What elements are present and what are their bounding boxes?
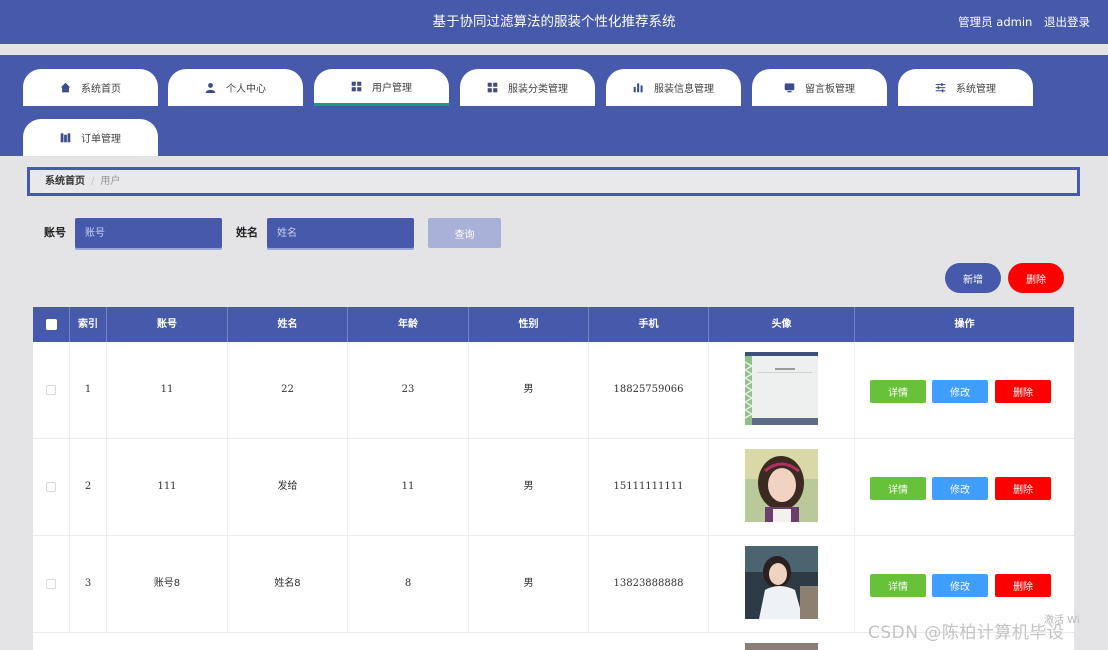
detail-button[interactable]: 详情 [870,380,926,403]
nav-bar: 系统首页 个人中心 用户管理 服装分类管理 服装信息管理 留言板管理 系统管理 … [0,55,1108,156]
detail-button[interactable]: 详情 [870,574,926,597]
tab-clothing-category[interactable]: 服装分类管理 [460,69,595,106]
cell-phone: 15111111111 [589,439,709,535]
person-icon [205,83,216,93]
header-select-cell [33,307,70,342]
name-search-input[interactable] [267,218,414,248]
account-search-input[interactable] [75,218,222,248]
breadcrumb-separator: / [91,176,95,187]
header-age: 年龄 [348,307,469,342]
cell-age: 23 [348,342,469,438]
tab-system-management[interactable]: 系统管理 [898,69,1033,106]
cell-phone: 18825759066 [589,342,709,438]
bar-chart-icon [633,83,643,93]
tab-home[interactable]: 系统首页 [23,69,158,106]
select-all-checkbox[interactable] [46,319,57,330]
table-row: 1 11 22 23 男 18825759066 详情 修改 删除 [33,342,1074,439]
avatar-image [745,643,818,650]
cell-index: 2 [70,439,107,535]
grid-icon [487,82,498,93]
header-phone: 手机 [589,307,709,342]
tab-personal-center[interactable]: 个人中心 [168,69,303,106]
tab-user-management[interactable]: 用户管理 [314,69,449,106]
cell-age: 8 [348,536,469,632]
tab-label: 服装分类管理 [508,84,568,95]
girl-photo-icon [745,449,818,522]
tab-label: 留言板管理 [805,84,855,95]
header-index: 索引 [70,307,107,342]
cell-name: 22 [228,342,348,438]
tab-label: 用户管理 [372,82,412,94]
tab-label: 订单管理 [81,134,121,145]
grid-icon [351,81,362,91]
cell-account: 账号8 [107,536,228,632]
cell-account: 111 [107,439,228,535]
tab-order-management[interactable]: 订单管理 [23,119,158,156]
header-name: 姓名 [228,307,348,342]
row-checkbox[interactable] [46,385,56,395]
cell-index: 1 [70,342,107,438]
select-cell [33,536,70,632]
select-cell [33,342,70,438]
cell-name: 姓名8 [228,536,348,632]
tab-message-board[interactable]: 留言板管理 [752,69,887,106]
row-checkbox[interactable] [46,482,56,492]
header-account: 账号 [107,307,228,342]
edit-button[interactable]: 修改 [932,380,988,403]
message-icon [784,83,795,93]
avatar-image [745,352,818,425]
sliders-icon [935,83,946,93]
edit-button[interactable]: 修改 [932,477,988,500]
tab-label: 系统首页 [81,84,121,95]
name-label: 姓名 [236,226,258,239]
tab-label: 个人中心 [226,84,266,95]
cell-gender: 男 [469,439,589,535]
cell-name: 发给 [228,439,348,535]
delete-button[interactable]: 删除 [995,380,1051,403]
detail-button[interactable]: 详情 [870,477,926,500]
user-area: 管理员 admin 退出登录 [950,0,1090,44]
home-icon [60,82,71,93]
top-bar: 基于协同过滤算法的服装个性化推荐系统 管理员 admin 退出登录 [0,0,1108,44]
cell-index: 3 [70,536,107,632]
tab-label: 服装信息管理 [654,84,714,95]
cell-gender: 男 [469,536,589,632]
edit-button[interactable]: 修改 [932,574,988,597]
girl-photo-2-icon [745,546,818,619]
breadcrumb-current: 用户 [100,176,121,187]
delete-button[interactable]: 删除 [995,574,1051,597]
delete-button[interactable]: 删除 [995,477,1051,500]
table-row: 2 111 发给 11 男 15111111111 详情 修改 删除 [33,439,1074,536]
csdn-watermark: CSDN @陈柏计算机毕设 [868,623,1065,643]
avatar-image [745,546,818,619]
cell-gender: 男 [469,342,589,438]
account-label: 账号 [44,226,66,239]
current-user: 管理员 admin [958,15,1033,29]
tab-clothing-info[interactable]: 服装信息管理 [606,69,741,106]
add-button[interactable]: 新增 [945,263,1001,293]
header-actions: 操作 [954,319,975,330]
avatar-image [745,449,818,522]
breadcrumb-home[interactable]: 系统首页 [45,176,85,187]
logout-link[interactable]: 退出登录 [1044,15,1090,29]
tab-label: 系统管理 [956,84,996,95]
screenshot-thumbnail-icon [745,352,818,425]
header-avatar: 头像 [709,307,855,342]
app-title: 基于协同过滤算法的服装个性化推荐系统 [432,14,676,30]
query-button[interactable]: 查询 [428,218,501,248]
cell-phone: 13823888888 [589,536,709,632]
cell-age: 11 [348,439,469,535]
table-header: 索引 账号 姓名 年龄 性别 手机 头像 操作 [33,307,1074,342]
order-icon [60,133,71,143]
cell-account: 11 [107,342,228,438]
breadcrumb: 系统首页 / 用户 [27,167,1080,196]
header-gender: 性别 [469,307,589,342]
batch-delete-button[interactable]: 删除 [1008,263,1064,293]
select-cell [33,439,70,535]
row-checkbox[interactable] [46,579,56,589]
